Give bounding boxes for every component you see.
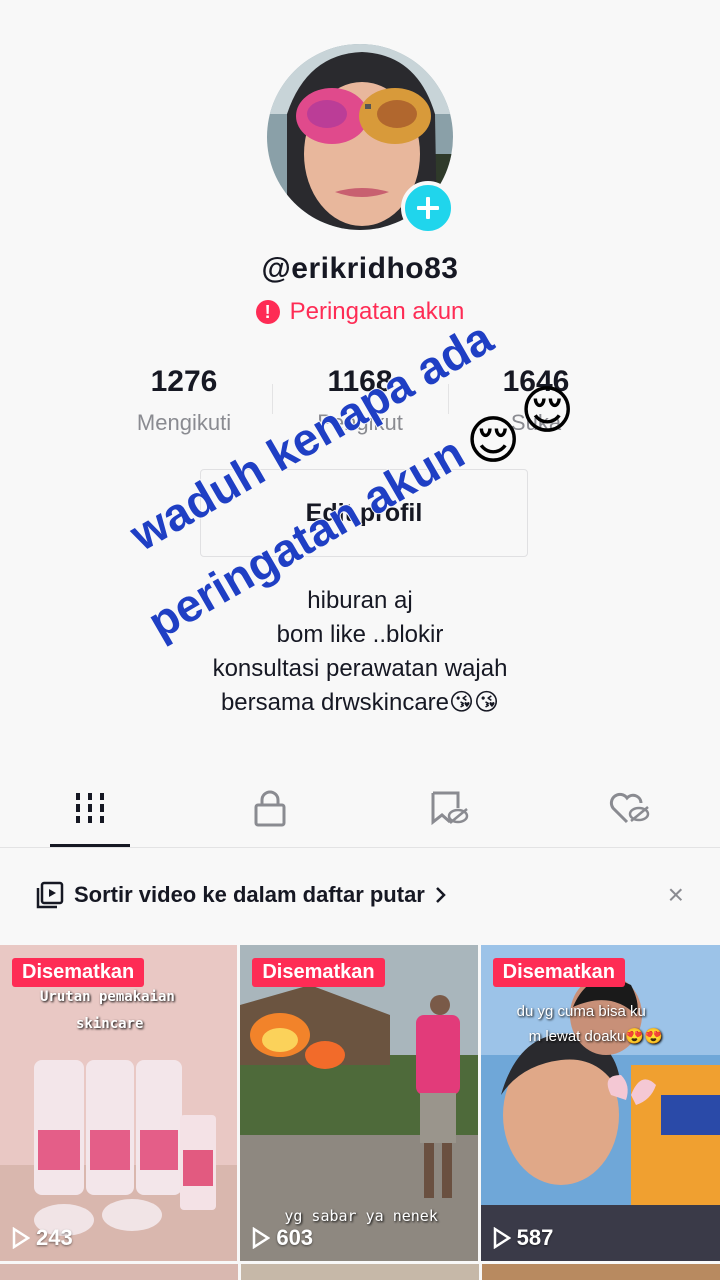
stat-likes[interactable]: 1646 Suka xyxy=(448,362,624,436)
view-count-value: 603 xyxy=(276,1225,314,1250)
alert-icon: ! xyxy=(255,300,280,324)
pinned-badge: Disematkan xyxy=(492,958,625,987)
avatar-container[interactable] xyxy=(267,44,455,235)
stat-followers[interactable]: 1168 Pengikut xyxy=(272,362,448,436)
pinned-badge: Disematkan xyxy=(12,958,145,987)
account-warning-link[interactable]: ! Peringatan akun xyxy=(0,298,720,326)
profile-bio: hiburan aj bom like ..blokir konsultasi … xyxy=(0,584,720,720)
video-thumbnail[interactable]: du yg cuma bisa ku m lewat doaku😍😍 Disem… xyxy=(480,945,720,1261)
playlist-sort-label: Sortir video ke dalam daftar putar xyxy=(74,882,425,907)
video-caption: yg sabar ya nenek xyxy=(284,1207,438,1225)
tab-videos[interactable] xyxy=(0,768,180,847)
grid-icon xyxy=(76,792,104,823)
video-caption: du yg cuma bisa ku xyxy=(516,1003,646,1020)
play-icon xyxy=(253,1227,271,1249)
video-thumbnail[interactable]: Urutan pemakaian skincare Disematkan 243 xyxy=(0,945,238,1261)
play-icon xyxy=(493,1227,511,1249)
profile-stats: 1276 Mengikuti 1168 Pengikut 1646 Suka xyxy=(96,362,624,436)
close-icon[interactable]: × xyxy=(668,879,684,911)
video-thumbnail[interactable] xyxy=(0,1264,238,1280)
video-caption: Urutan pemakaian xyxy=(40,989,175,1005)
view-count: 243 xyxy=(12,1225,73,1251)
video-thumbnail-image xyxy=(480,945,720,1261)
tagged-hidden-icon xyxy=(431,791,469,825)
playlist-icon xyxy=(36,881,64,909)
bio-line: bom like ..blokir xyxy=(276,621,444,648)
tab-private[interactable] xyxy=(180,768,360,847)
view-count: 587 xyxy=(493,1225,554,1251)
view-count-value: 587 xyxy=(516,1225,554,1250)
bio-line: hiburan aj xyxy=(307,587,413,614)
add-avatar-button[interactable] xyxy=(401,181,455,235)
likes-count: 1646 xyxy=(502,365,570,398)
following-label: Mengikuti xyxy=(136,410,232,435)
chevron-right-icon xyxy=(435,887,446,903)
video-caption: skincare xyxy=(76,1016,144,1032)
playlist-sort-bar[interactable]: Sortir video ke dalam daftar putar × xyxy=(0,866,720,924)
video-caption: m lewat doaku😍😍 xyxy=(528,1028,663,1045)
video-thumbnail[interactable]: yg sabar ya nenek Disematkan 603 xyxy=(240,945,478,1261)
video-thumbnail[interactable] xyxy=(241,1264,479,1280)
plus-icon xyxy=(417,197,439,219)
bio-line: konsultasi perawatan wajah xyxy=(212,655,508,682)
followers-label: Pengikut xyxy=(317,410,403,435)
profile-tabs xyxy=(0,768,720,848)
video-thumbnail[interactable] xyxy=(482,1264,720,1280)
username: @erikridho83 xyxy=(261,252,459,285)
liked-hidden-icon xyxy=(609,792,650,823)
tab-tagged[interactable] xyxy=(360,768,540,847)
view-count-value: 243 xyxy=(36,1225,73,1250)
view-count: 603 xyxy=(252,1225,313,1251)
following-count: 1276 xyxy=(150,365,218,398)
lock-icon xyxy=(254,790,286,826)
video-grid: Urutan pemakaian skincare Disematkan 243… xyxy=(0,945,720,1280)
bio-line: bersama drwskincare😘😘 xyxy=(220,689,500,716)
account-warning-label: Peringatan akun xyxy=(289,298,465,325)
likes-label: Suka xyxy=(510,410,562,435)
pinned-badge: Disematkan xyxy=(252,958,385,987)
edit-profile-button[interactable]: Edit profil xyxy=(200,469,528,557)
tab-liked[interactable] xyxy=(540,768,720,847)
followers-count: 1168 xyxy=(327,365,393,398)
play-icon xyxy=(12,1227,30,1249)
video-grid-next-row xyxy=(0,1264,720,1280)
stat-following[interactable]: 1276 Mengikuti xyxy=(96,362,272,436)
